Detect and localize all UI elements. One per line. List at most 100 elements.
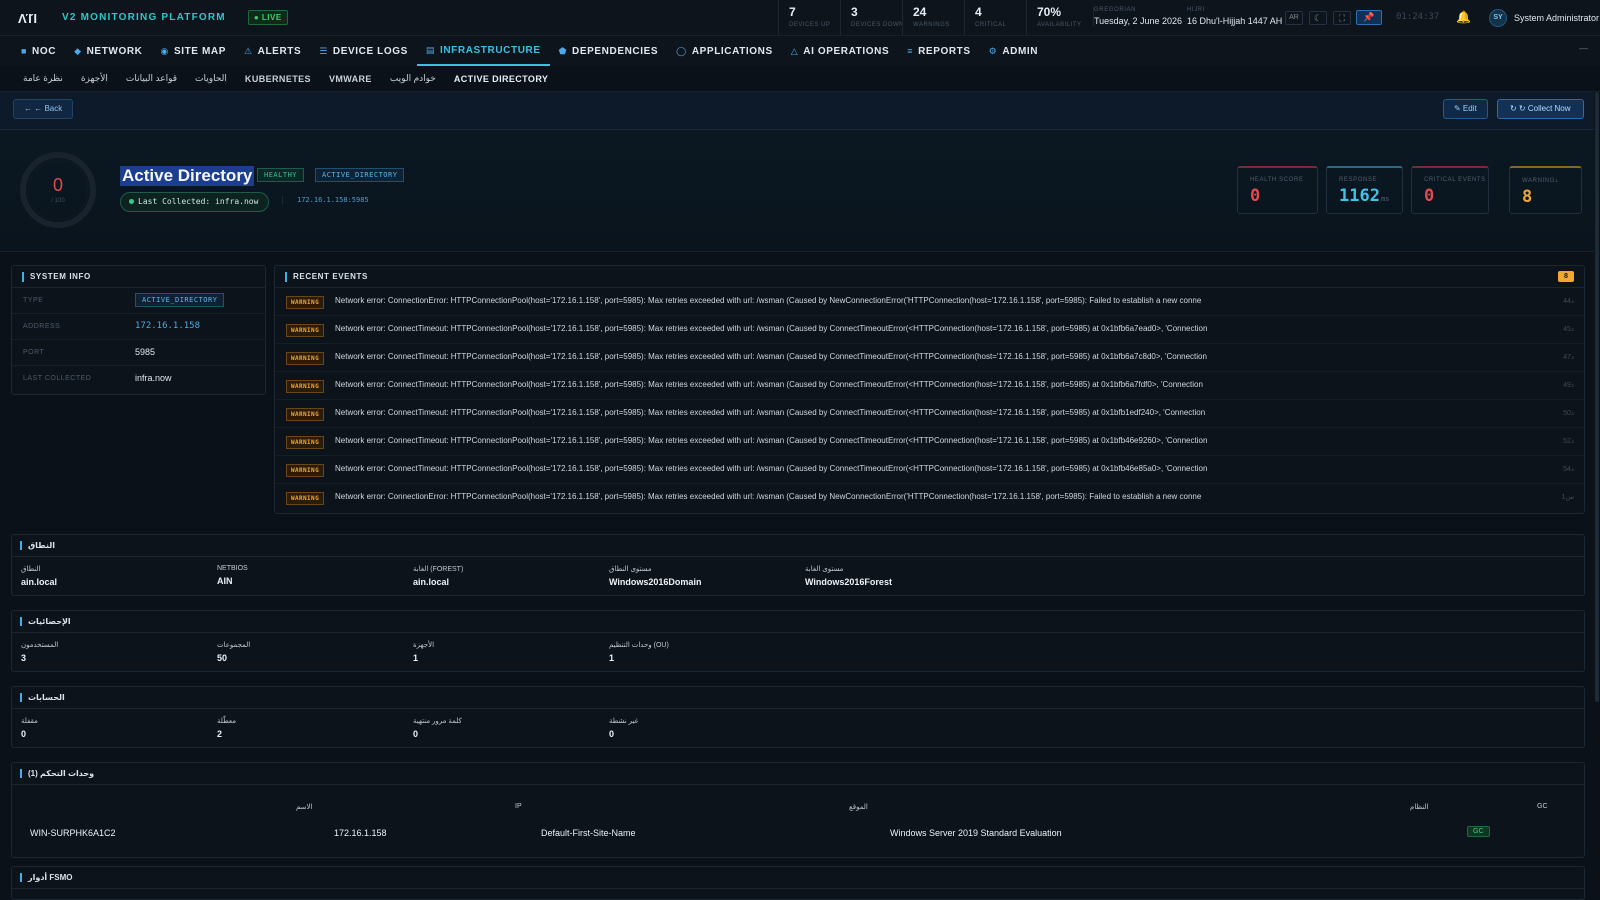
sub-nav: نظرة عامة الأجهزة قواعد البيانات الحاويا…	[0, 66, 1600, 92]
nav-label: APPLICATIONS	[691, 45, 773, 57]
edit-button[interactable]: ✎ Edit	[1443, 99, 1488, 119]
accent-bar	[20, 541, 22, 550]
event-row[interactable]: WARNING Network error: ConnectTimeout: HT…	[275, 456, 1584, 484]
event-message: Network error: ConnectTimeout: HTTPConne…	[335, 436, 1208, 445]
site-map-icon: ◉	[160, 45, 169, 56]
subtab-overview[interactable]: نظرة عامة	[14, 73, 72, 84]
nav-applications[interactable]: ◯ APPLICATIONS	[667, 36, 782, 66]
stat-label: AVAILABILITY	[1037, 22, 1082, 28]
domain-section: النطاق النطاق ain.local NETBIOS AIN الغابة…	[11, 534, 1585, 596]
subtab-active-directory[interactable]: ACTIVE DIRECTORY	[445, 74, 557, 84]
fullscreen-icon[interactable]: ⛶	[1333, 11, 1351, 25]
subtab-containers[interactable]: الحاويات	[186, 73, 236, 84]
nav-admin[interactable]: ⚙ ADMIN	[980, 36, 1047, 66]
section-header: الحسابات	[12, 687, 1584, 709]
clock: 01:24:37	[1396, 12, 1440, 22]
subtab-vmware[interactable]: VMWARE	[320, 74, 381, 84]
collect-now-button[interactable]: ↻ ↻ Collect Now	[1497, 99, 1584, 119]
nav-ai-operations[interactable]: △ AI OPERATIONS	[782, 36, 899, 66]
field-forest: الغابة (FOREST) ain.local	[413, 565, 463, 587]
collapse-icon[interactable]: —	[1579, 43, 1588, 53]
gauge-max: / 100	[51, 198, 65, 204]
nav-reports[interactable]: ≡ REPORTS	[898, 36, 979, 66]
noc-icon: ■	[21, 46, 28, 56]
stat-value: 7	[789, 5, 796, 19]
event-row[interactable]: WARNING Network error: ConnectTimeout: HT…	[275, 372, 1584, 400]
column-header-site[interactable]: الموقع	[849, 803, 868, 811]
event-row[interactable]: WARNING Network error: ConnectTimeout: HT…	[275, 428, 1584, 456]
kpi-response: RESPONSE 1162ms	[1326, 166, 1403, 214]
events-count-badge: 8	[1558, 271, 1574, 282]
stat-devices-down[interactable]: 3 DEVICES DOWN	[840, 0, 904, 36]
column-header-name[interactable]: الاسم	[296, 803, 312, 811]
device-header: 0 / 100 Active Directory HEALTHY ACTIVE_…	[0, 130, 1600, 252]
event-time: 44د	[1563, 298, 1574, 305]
field-disabled: معطّلة 2	[217, 717, 236, 739]
event-row[interactable]: WARNING Network error: ConnectTimeout: HT…	[275, 344, 1584, 372]
pin-icon[interactable]: 📌	[1356, 10, 1382, 25]
field-users: المستخدمون 3	[21, 641, 58, 663]
nav-device-logs[interactable]: ☰ DEVICE LOGS	[310, 36, 417, 66]
gear-icon: ⚙	[988, 45, 998, 56]
event-row[interactable]: WARNING Network error: ConnectTimeout: HT…	[275, 316, 1584, 344]
event-row[interactable]: WARNING Network error: ConnectionError: H…	[275, 288, 1584, 316]
field-label: وحدات التنظيم (OU)	[609, 642, 669, 649]
field-forest-level: مستوى الغابة Windows2016Forest	[805, 565, 892, 587]
nav-dependencies[interactable]: ⬟ DEPENDENCIES	[550, 36, 668, 66]
field-netbios: NETBIOS AIN	[217, 565, 248, 586]
event-time: 54د	[1563, 466, 1574, 473]
nav-alerts[interactable]: ⚠ ALERTS	[235, 36, 310, 66]
type-badge: ACTIVE_DIRECTORY	[315, 168, 405, 182]
statistics-section: الإحصائيات المستخدمون 3 المجموعات 50 الأجه…	[11, 610, 1585, 672]
kpi-value: 0	[1250, 186, 1261, 206]
nav-noc[interactable]: ■ NOC	[12, 36, 65, 66]
scrollbar-thumb[interactable]	[1595, 92, 1599, 702]
stat-devices-up[interactable]: 7 DEVICES UP	[778, 0, 840, 36]
field-value: 0	[413, 729, 419, 739]
back-button[interactable]: ← ← Back	[13, 99, 74, 119]
event-time: 50د	[1563, 410, 1574, 417]
kpi-warnings: WARNINGذ 8	[1509, 166, 1582, 214]
panel-header: SYSTEM INFO	[12, 266, 265, 288]
field-label: النطاق	[21, 566, 41, 573]
column-header-os[interactable]: النظام	[1410, 803, 1428, 811]
stat-value: 24	[913, 5, 927, 19]
stat-value: 70%	[1037, 5, 1062, 19]
brand-logo[interactable]: ΛΊΊ	[18, 11, 40, 26]
field-value: ain.local	[21, 577, 58, 587]
subtab-web-servers[interactable]: خوادم الويب	[381, 73, 445, 84]
event-message: Network error: ConnectionError: HTTPConn…	[335, 492, 1202, 501]
kpi-label: WARNINGذ	[1522, 178, 1558, 184]
stat-availability[interactable]: 70% AVAILABILITY	[1026, 0, 1090, 36]
info-value[interactable]: 172.16.1.158	[135, 321, 200, 331]
subtab-kubernetes[interactable]: KUBERNETES	[236, 74, 320, 84]
subtab-devices[interactable]: الأجهزة	[72, 73, 117, 84]
info-key: ADDRESS	[23, 323, 61, 330]
nav-network[interactable]: ◆ NETWORK	[65, 36, 151, 66]
event-message: Network error: ConnectTimeout: HTTPConne…	[335, 408, 1206, 417]
notification-bell-icon[interactable]: 🔔	[1456, 10, 1471, 24]
event-row[interactable]: WARNING Network error: ConnectTimeout: HT…	[275, 400, 1584, 428]
response-unit: ms	[1380, 195, 1390, 203]
stat-warnings[interactable]: 24 WARNINGS	[902, 0, 964, 36]
event-row[interactable]: WARNING Network error: ConnectionError: H…	[275, 484, 1584, 512]
field-domain-level: مستوى النطاق Windows2016Domain	[609, 565, 701, 587]
language-toggle-button[interactable]: AR	[1285, 11, 1303, 25]
column-header-ip[interactable]: IP	[515, 803, 522, 810]
subtab-databases[interactable]: قواعد البيانات	[117, 73, 186, 84]
avatar[interactable]: SY	[1489, 9, 1507, 27]
nav-infrastructure[interactable]: ▤ INFRASTRUCTURE	[416, 36, 550, 66]
column-header-gc[interactable]: GC	[1537, 803, 1548, 810]
field-value: 50	[217, 653, 228, 663]
event-message: Network error: ConnectTimeout: HTTPConne…	[335, 464, 1208, 473]
kpi-label: CRITICAL EVENTS	[1424, 177, 1486, 183]
section-title: النطاق	[28, 541, 55, 550]
stat-value: 3	[851, 5, 858, 19]
field-label: مقفلة	[21, 718, 38, 725]
hijri-date: HIJRI 16 Dhu'l-Hijjah 1447 AH	[1187, 7, 1282, 26]
stat-critical[interactable]: 4 CRITICAL	[964, 0, 1026, 36]
theme-toggle-icon[interactable]: ☾	[1309, 11, 1327, 25]
username[interactable]: System Administrator	[1514, 13, 1599, 23]
dc-os: Windows Server 2019 Standard Evaluation	[890, 828, 1062, 838]
nav-site-map[interactable]: ◉ SITE MAP	[151, 36, 234, 66]
